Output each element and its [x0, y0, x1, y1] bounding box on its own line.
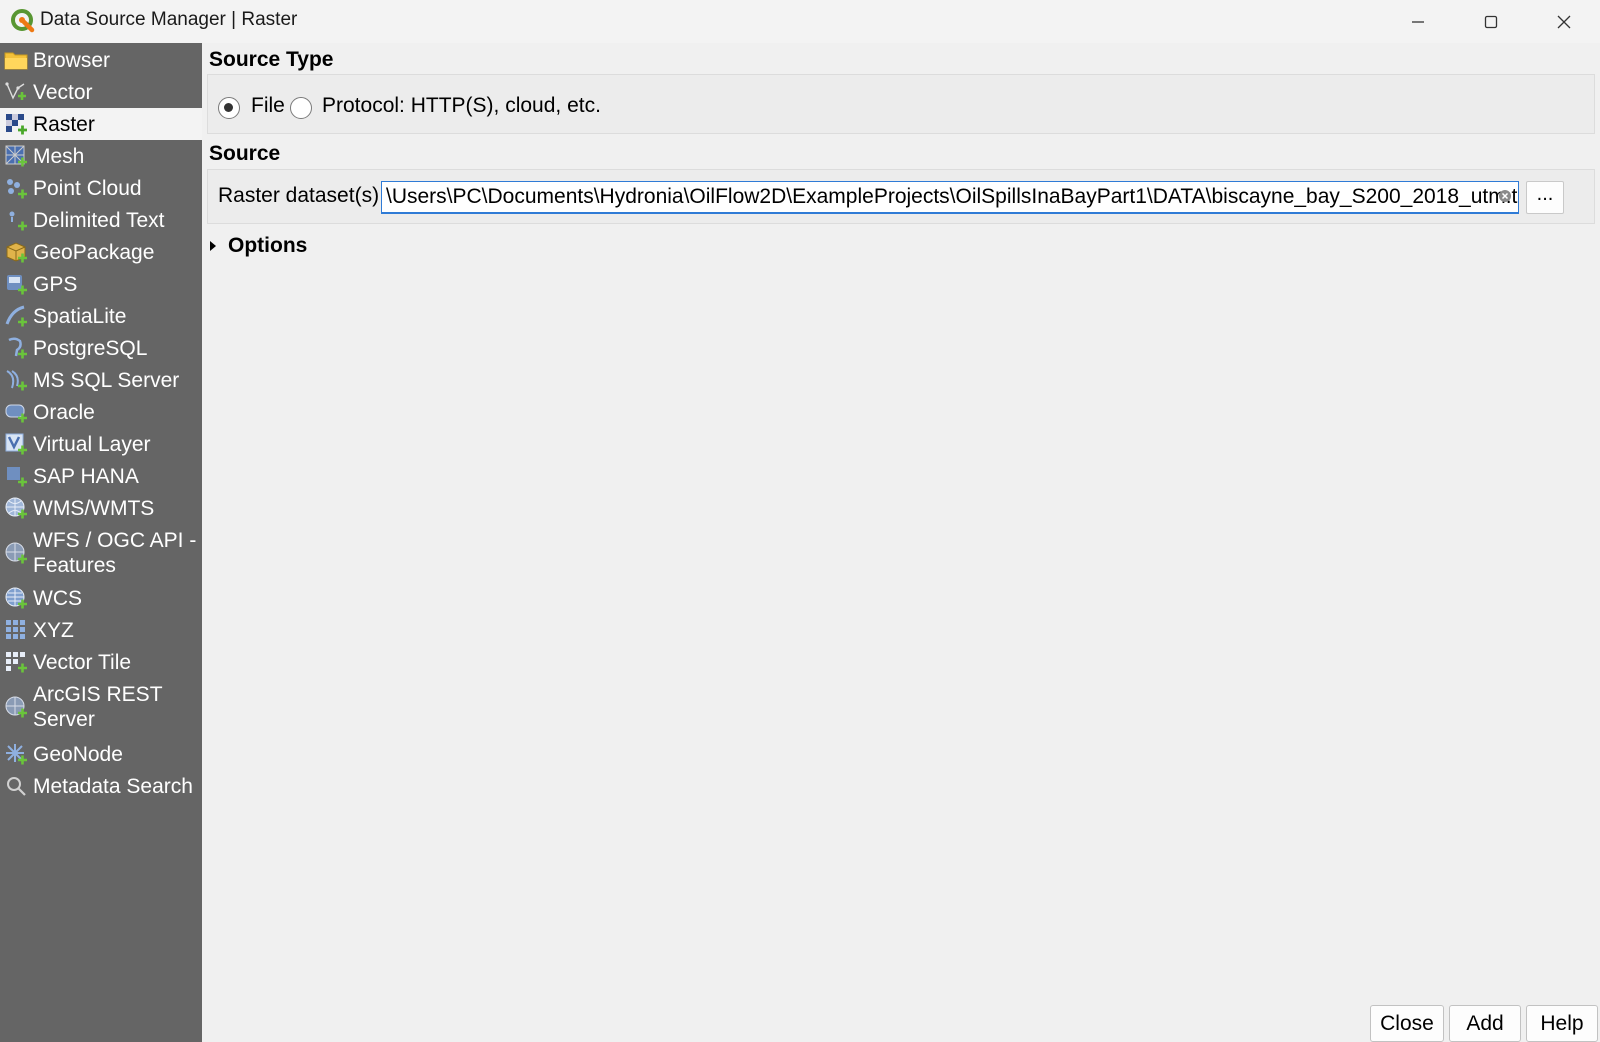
- close-window-button[interactable]: [1528, 0, 1600, 43]
- point-cloud-icon: [3, 175, 29, 201]
- spatialite-icon: [3, 303, 29, 329]
- mesh-layer-icon: [3, 143, 29, 169]
- sidebar-item-xyz[interactable]: XYZ: [0, 614, 202, 646]
- sidebar-item-geopackage[interactable]: GeoPackage: [0, 236, 202, 268]
- source-title: Source: [209, 142, 281, 165]
- sidebar-item-label: SpatiaLite: [33, 304, 127, 328]
- sidebar-item-label: Vector: [33, 80, 93, 104]
- sidebar-item-arcgis-rest-server[interactable]: ArcGIS REST Server: [0, 678, 202, 736]
- wfs-globe-icon: [3, 540, 29, 566]
- maximize-button[interactable]: [1455, 0, 1527, 43]
- sidebar-item-wms-wmts[interactable]: WMS/WMTS: [0, 492, 202, 524]
- title-bar: Data Source Manager | Raster: [0, 0, 1600, 43]
- sidebar-item-label: Browser: [33, 48, 111, 72]
- sidebar-item-wcs[interactable]: WCS: [0, 582, 202, 614]
- maximize-icon: [1484, 15, 1498, 28]
- sidebar-item-label: Raster: [33, 112, 95, 136]
- virtual-layer-icon: [3, 431, 29, 457]
- source-group: Raster dataset(s) \Users\PC\Documents\Hy…: [207, 169, 1595, 224]
- sidebar-item-oracle[interactable]: Oracle: [0, 396, 202, 428]
- sidebar-item-label: Delimited Text: [33, 208, 165, 232]
- main-panel: Source Type File Protocol: HTTP(S), clou…: [202, 43, 1600, 1042]
- protocol-radio-label[interactable]: Protocol: HTTP(S), cloud, etc.: [322, 94, 601, 118]
- minimize-icon: [1412, 20, 1424, 23]
- sidebar-item-label: PostgreSQL: [33, 336, 148, 360]
- chevron-right-icon: [210, 241, 216, 251]
- sidebar-item-browser[interactable]: Browser: [0, 44, 202, 76]
- raster-layer-icon: [3, 111, 29, 137]
- sidebar-item-label: Point Cloud: [33, 176, 142, 200]
- clear-icon[interactable]: [1498, 189, 1512, 203]
- sidebar-item-label: SAP HANA: [33, 464, 139, 488]
- sidebar-item-geonode[interactable]: GeoNode: [0, 738, 202, 770]
- raster-dataset-path-input[interactable]: \Users\PC\Documents\Hydronia\OilFlow2D\E…: [381, 181, 1519, 214]
- source-type-group: File Protocol: HTTP(S), cloud, etc.: [207, 74, 1595, 134]
- vector-layer-icon: [3, 79, 29, 105]
- sidebar-item-label: GPS: [33, 272, 78, 296]
- sidebar-item-delimited-text[interactable]: Delimited Text: [0, 204, 202, 236]
- qgis-logo-icon: [11, 9, 35, 33]
- sidebar-item-label: Oracle: [33, 400, 95, 424]
- oracle-icon: [3, 399, 29, 425]
- add-button[interactable]: Add: [1449, 1005, 1521, 1042]
- window-title: Data Source Manager | Raster: [40, 9, 298, 30]
- sidebar-item-label: WMS/WMTS: [33, 496, 155, 520]
- sidebar-item-label: Vector Tile: [33, 650, 132, 674]
- sidebar-item-wfs-ogc-api[interactable]: WFS / OGC API - Features: [0, 524, 202, 582]
- delimited-text-icon: [3, 207, 29, 233]
- browse-button[interactable]: ...: [1526, 181, 1564, 214]
- xyz-grid-icon: [3, 617, 29, 643]
- sidebar-item-virtual-layer[interactable]: Virtual Layer: [0, 428, 202, 460]
- sidebar-item-ms-sql-server[interactable]: MS SQL Server: [0, 364, 202, 396]
- options-label: Options: [228, 234, 308, 257]
- wms-globe-icon: [3, 495, 29, 521]
- sidebar-item-label: Virtual Layer: [33, 432, 151, 456]
- gps-icon: [3, 271, 29, 297]
- geopackage-icon: [3, 239, 29, 265]
- sidebar-item-metadata-search[interactable]: Metadata Search: [0, 770, 202, 802]
- sidebar-item-point-cloud[interactable]: Point Cloud: [0, 172, 202, 204]
- minimize-button[interactable]: [1382, 0, 1454, 43]
- sidebar-item-label: WCS: [33, 586, 82, 610]
- file-radio-label[interactable]: File: [251, 94, 285, 118]
- wcs-globe-icon: [3, 585, 29, 611]
- sidebar-item-postgresql[interactable]: PostgreSQL: [0, 332, 202, 364]
- sidebar-item-label: XYZ: [33, 618, 74, 642]
- search-icon: [3, 773, 29, 799]
- arcgis-globe-icon: [3, 694, 29, 720]
- source-type-title: Source Type: [209, 48, 334, 71]
- sidebar-item-vector-tile[interactable]: Vector Tile: [0, 646, 202, 678]
- sidebar-item-sap-hana[interactable]: SAP HANA: [0, 460, 202, 492]
- sidebar-item-label: Mesh: [33, 144, 85, 168]
- mssql-icon: [3, 367, 29, 393]
- sidebar-item-raster[interactable]: Raster: [0, 108, 202, 140]
- vector-tile-icon: [3, 649, 29, 675]
- sap-hana-icon: [3, 463, 29, 489]
- raster-dataset-label: Raster dataset(s): [218, 184, 380, 207]
- sidebar-item-label: MS SQL Server: [33, 368, 180, 392]
- sidebar-item-label: ArcGIS REST Server: [33, 683, 163, 731]
- help-button[interactable]: Help: [1526, 1005, 1598, 1042]
- folder-icon: [3, 47, 29, 73]
- sidebar-item-label: GeoPackage: [33, 240, 155, 264]
- postgresql-icon: [3, 335, 29, 361]
- sidebar-item-label: WFS / OGC API - Features: [33, 529, 197, 577]
- file-radio[interactable]: [218, 97, 240, 119]
- close-button[interactable]: Close: [1370, 1005, 1444, 1042]
- sidebar-item-gps[interactable]: GPS: [0, 268, 202, 300]
- sidebar-item-label: GeoNode: [33, 742, 123, 766]
- sidebar-item-vector[interactable]: Vector: [0, 76, 202, 108]
- sidebar: Browser Vector Raster Mesh Point Cloud D…: [0, 43, 202, 1042]
- close-icon: [1557, 15, 1571, 28]
- sidebar-item-mesh[interactable]: Mesh: [0, 140, 202, 172]
- sidebar-item-spatialite[interactable]: SpatiaLite: [0, 300, 202, 332]
- geonode-icon: [3, 741, 29, 767]
- protocol-radio[interactable]: [290, 97, 312, 119]
- sidebar-item-label: Metadata Search: [33, 774, 193, 798]
